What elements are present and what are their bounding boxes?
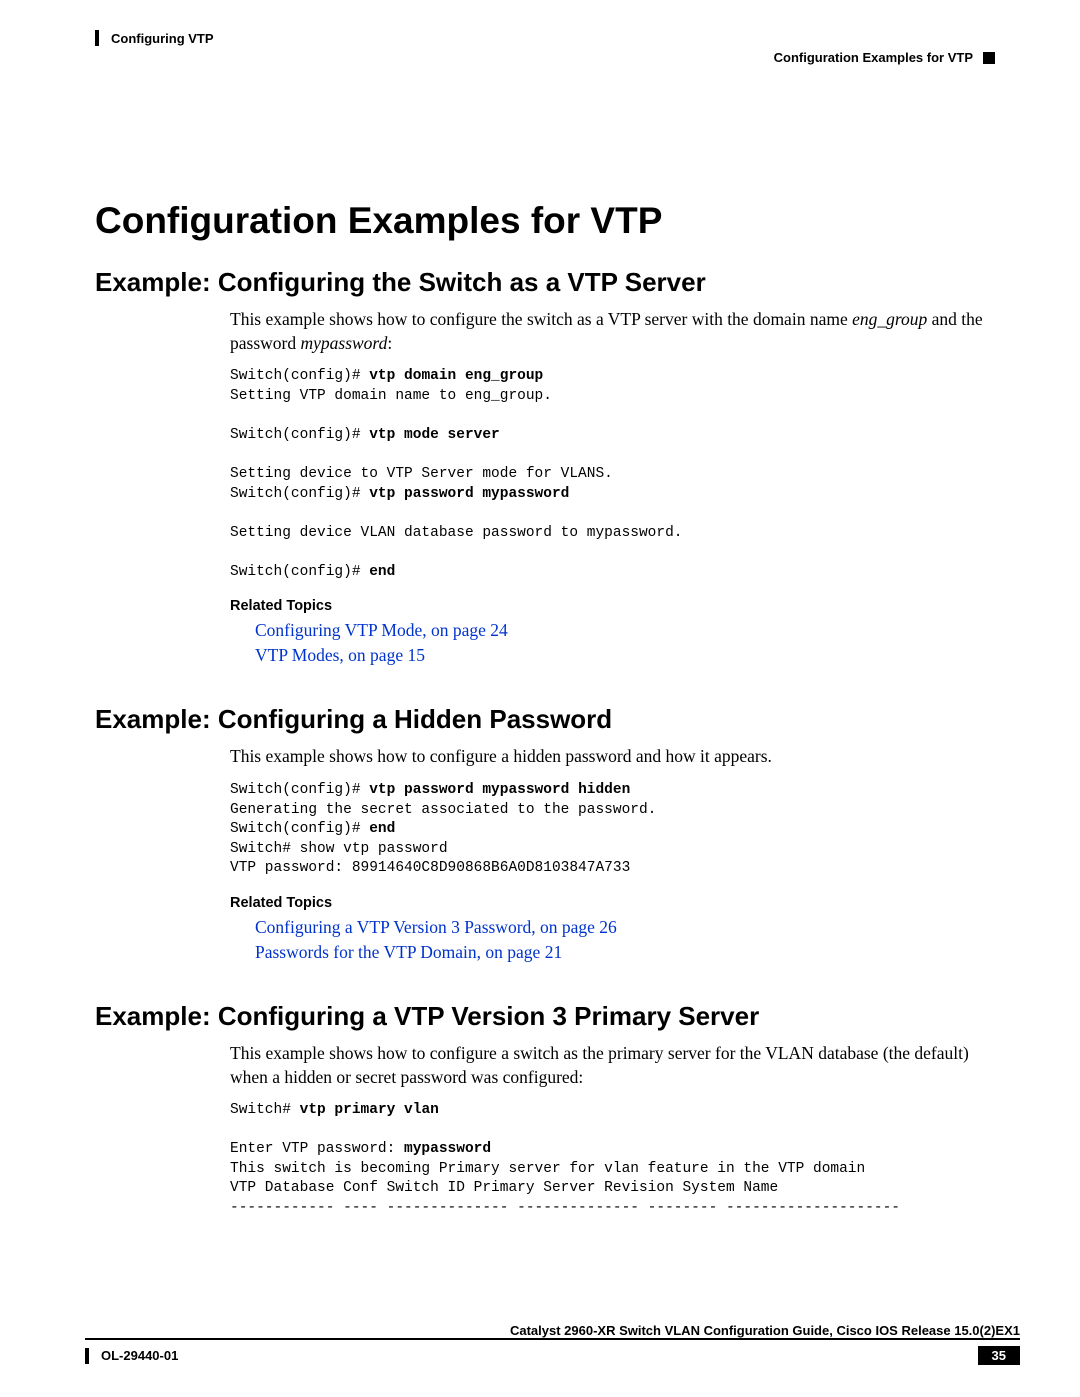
chapter-title: Configuring VTP — [111, 31, 214, 46]
code-text: Generating the secret associated to the … — [230, 802, 656, 818]
header-section: Configuration Examples for VTP — [774, 50, 995, 65]
footer-right: 35 — [978, 1346, 1020, 1365]
footer-guide-title: Catalyst 2960-XR Switch VLAN Configurati… — [60, 1323, 1020, 1338]
link-vtp-v3-password[interactable]: Configuring a VTP Version 3 Password, on… — [255, 917, 995, 938]
heading-2-hidden: Example: Configuring a Hidden Password — [95, 704, 995, 735]
code-text: Switch(config)# — [230, 486, 369, 502]
paragraph: This example shows how to configure a hi… — [230, 745, 995, 769]
code-text: Switch(config)# — [230, 782, 369, 798]
code-bold: vtp primary vlan — [300, 1102, 439, 1118]
heading-2-primary: Example: Configuring a VTP Version 3 Pri… — [95, 1001, 995, 1032]
section-body: This example shows how to configure the … — [230, 308, 995, 666]
code-bold: vtp password mypassword hidden — [369, 782, 630, 798]
code-text: Setting device VLAN database password to… — [230, 525, 682, 541]
link-passwords-vtp-domain[interactable]: Passwords for the VTP Domain, on page 21 — [255, 942, 995, 963]
header-chapter: Configuring VTP — [95, 30, 214, 46]
bar-icon — [85, 1348, 89, 1364]
code-text: Switch(config)# — [230, 368, 369, 384]
code-text: ------------ ---- -------------- -------… — [230, 1200, 900, 1216]
doc-id: OL-29440-01 — [101, 1348, 178, 1363]
page-footer: Catalyst 2960-XR Switch VLAN Configurati… — [60, 1323, 1020, 1365]
code-text: VTP password: 89914640C8D90868B6A0D81038… — [230, 860, 630, 876]
footer-rule — [85, 1338, 1020, 1340]
code-text: Switch(config)# — [230, 427, 369, 443]
footer-row: OL-29440-01 35 — [60, 1346, 1020, 1365]
code-block: Switch(config)# vtp domain eng_group Set… — [230, 367, 995, 582]
text-italic: eng_group — [852, 309, 927, 329]
related-topics-heading: Related Topics — [230, 598, 995, 614]
code-text: Switch# — [230, 1102, 300, 1118]
section-title: Configuration Examples for VTP — [774, 50, 973, 65]
section-body: This example shows how to configure a sw… — [230, 1042, 995, 1219]
footer-left: OL-29440-01 — [85, 1348, 178, 1364]
code-block: Switch# vtp primary vlan Enter VTP passw… — [230, 1101, 995, 1218]
code-text: Enter VTP password: — [230, 1141, 395, 1157]
code-text: Switch(config)# — [230, 821, 369, 837]
paragraph: This example shows how to configure the … — [230, 308, 995, 355]
code-text: VTP Database Conf Switch ID Primary Serv… — [230, 1180, 778, 1196]
heading-1: Configuration Examples for VTP — [95, 200, 995, 242]
text: This example shows how to configure the … — [230, 309, 852, 329]
page-header: Configuring VTP Configuration Examples f… — [95, 30, 995, 65]
link-vtp-modes[interactable]: VTP Modes, on page 15 — [255, 645, 995, 666]
code-text: Setting device to VTP Server mode for VL… — [230, 466, 613, 482]
text-italic: mypassword — [300, 333, 387, 353]
code-bold: vtp domain eng_group — [369, 368, 543, 384]
section-body: This example shows how to configure a hi… — [230, 745, 995, 962]
code-block: Switch(config)# vtp password mypassword … — [230, 781, 995, 879]
related-topics-heading: Related Topics — [230, 895, 995, 911]
bar-icon — [95, 30, 99, 46]
text: : — [387, 333, 392, 353]
code-text: This switch is becoming Primary server f… — [230, 1161, 865, 1177]
paragraph: This example shows how to configure a sw… — [230, 1042, 995, 1089]
code-bold: end — [369, 564, 395, 580]
code-text: Switch(config)# — [230, 564, 369, 580]
page-number: 35 — [978, 1346, 1020, 1365]
code-bold: end — [369, 821, 395, 837]
code-text: Setting VTP domain name to eng_group. — [230, 388, 552, 404]
heading-2-server: Example: Configuring the Switch as a VTP… — [95, 267, 995, 298]
page: Configuring VTP Configuration Examples f… — [0, 0, 1080, 1397]
square-icon — [983, 52, 995, 64]
code-text: Switch# show vtp password — [230, 841, 448, 857]
code-bold: vtp mode server — [369, 427, 500, 443]
code-bold: vtp password mypassword — [369, 486, 569, 502]
code-bold: mypassword — [395, 1141, 491, 1157]
link-configuring-vtp-mode[interactable]: Configuring VTP Mode, on page 24 — [255, 620, 995, 641]
